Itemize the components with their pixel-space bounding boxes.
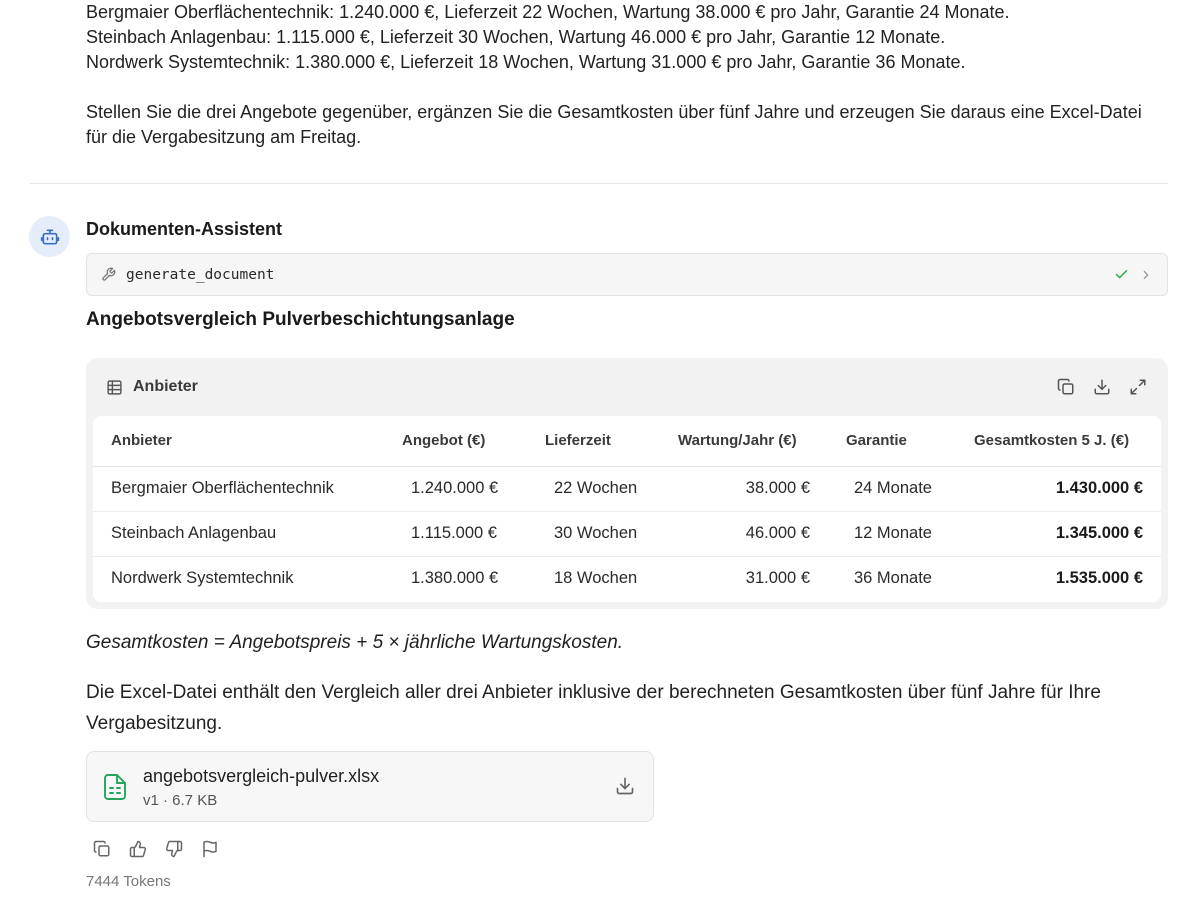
column-header: Angebot (€): [384, 416, 527, 467]
copy-icon[interactable]: [1056, 377, 1076, 397]
file-meta: v1 · 6.7 KB: [143, 792, 218, 809]
thumbs-down-icon[interactable]: [164, 839, 183, 858]
cell-offer: 1.240.000 €: [384, 466, 527, 512]
user-message-line: Nordwerk Systemtechnik: 1.380.000 €, Lie…: [86, 52, 966, 72]
cell-total: 1.345.000 €: [956, 511, 1161, 557]
spreadsheet-file-icon: [104, 774, 126, 805]
cell-warranty: 24 Monate: [828, 466, 956, 512]
cell-total: 1.535.000 €: [1055, 569, 1143, 588]
expand-icon[interactable]: [1128, 377, 1148, 397]
cell-supplier: Steinbach Anlagenbau: [93, 511, 384, 557]
table-icon: [106, 379, 123, 396]
cell-maintenance: 31.000 €: [745, 569, 810, 588]
cell-supplier: Nordwerk Systemtechnik: [111, 569, 294, 588]
file-download-icon[interactable]: [615, 776, 635, 796]
formula-note: Gesamtkosten = Angebotspreis + 5 × jährl…: [86, 632, 624, 653]
cell-delivery: 22 Wochen: [527, 466, 660, 512]
user-message-line: Steinbach Anlagenbau: 1.115.000 €, Liefe…: [86, 27, 946, 47]
file-attachment[interactable]: angebotsvergleich-pulver.xlsx v1 · 6.7 K…: [86, 751, 654, 822]
table-row: Bergmaier Oberflächentechnik 1.240.000 €…: [93, 466, 1161, 512]
table-card-header: Anbieter: [86, 358, 1168, 416]
cell-maintenance: 46.000 €: [660, 511, 828, 557]
file-name: angebotsvergleich-pulver.xlsx: [143, 766, 380, 786]
user-message-line: Bergmaier Oberflächentechnik: 1.240.000 …: [86, 2, 1010, 22]
cell-supplier: Bergmaier Oberflächentechnik: [93, 466, 384, 512]
summary-text: Die Excel-Datei enthält den Vergleich al…: [86, 682, 1101, 734]
message-actions: [92, 839, 219, 858]
message-divider: [30, 183, 1168, 184]
flag-icon[interactable]: [200, 839, 219, 858]
token-count: 7444 Tokens: [86, 873, 171, 890]
cell-offer: 1.115.000 €: [384, 511, 527, 557]
table-card: Anbieter Anbieter Angebot (€) Lieferzeit: [86, 358, 1168, 609]
thumbs-up-icon[interactable]: [128, 839, 147, 858]
cell-warranty: 12 Monate: [828, 511, 956, 557]
cell-delivery: 18 Wochen: [554, 569, 638, 588]
table-header-row: Anbieter Angebot (€) Lieferzeit Wartung/…: [93, 416, 1161, 467]
user-request-line: für die Vergabesitzung am Freitag.: [86, 127, 362, 147]
column-header: Wartung/Jahr (€): [660, 416, 828, 467]
chevron-right-icon[interactable]: [1139, 268, 1153, 282]
document-title: Angebotsvergleich Pulverbeschichtungsanl…: [86, 309, 515, 330]
tool-call-row[interactable]: generate_document: [86, 253, 1168, 296]
comparison-table: Anbieter Angebot (€) Lieferzeit Wartung/…: [93, 416, 1161, 601]
check-icon: [1114, 267, 1129, 282]
column-header: Lieferzeit: [527, 416, 660, 467]
cell-delivery: 30 Wochen: [527, 511, 660, 557]
tool-name: generate_document: [126, 266, 275, 283]
column-header: Garantie: [828, 416, 956, 467]
cell-total: 1.430.000 €: [956, 466, 1161, 512]
table-card-title: Anbieter: [133, 378, 198, 395]
cell-warranty: 36 Monate: [854, 569, 932, 588]
user-message: Bergmaier Oberflächentechnik: 1.240.000 …: [86, 0, 1166, 150]
cell-offer: 1.380.000 €: [411, 569, 499, 588]
table-row: Steinbach Anlagenbau 1.115.000 € 30 Woch…: [93, 511, 1161, 557]
copy-icon[interactable]: [92, 839, 111, 858]
column-header: Anbieter: [93, 416, 384, 467]
robot-icon: [40, 227, 60, 247]
table-row: Nordwerk Systemtechnik 1.380.000 € 18 Wo…: [93, 556, 1161, 601]
column-header: Gesamtkosten 5 J. (€): [956, 416, 1161, 467]
comparison-table-container: Anbieter Angebot (€) Lieferzeit Wartung/…: [93, 416, 1161, 602]
wrench-icon: [101, 267, 116, 282]
assistant-avatar: [29, 216, 70, 257]
assistant-name: Dokumenten-Assistent: [86, 219, 283, 239]
user-request-line: Stellen Sie die drei Angebote gegenüber,…: [86, 102, 1142, 122]
cell-maintenance: 38.000 €: [660, 466, 828, 512]
download-icon[interactable]: [1092, 377, 1112, 397]
